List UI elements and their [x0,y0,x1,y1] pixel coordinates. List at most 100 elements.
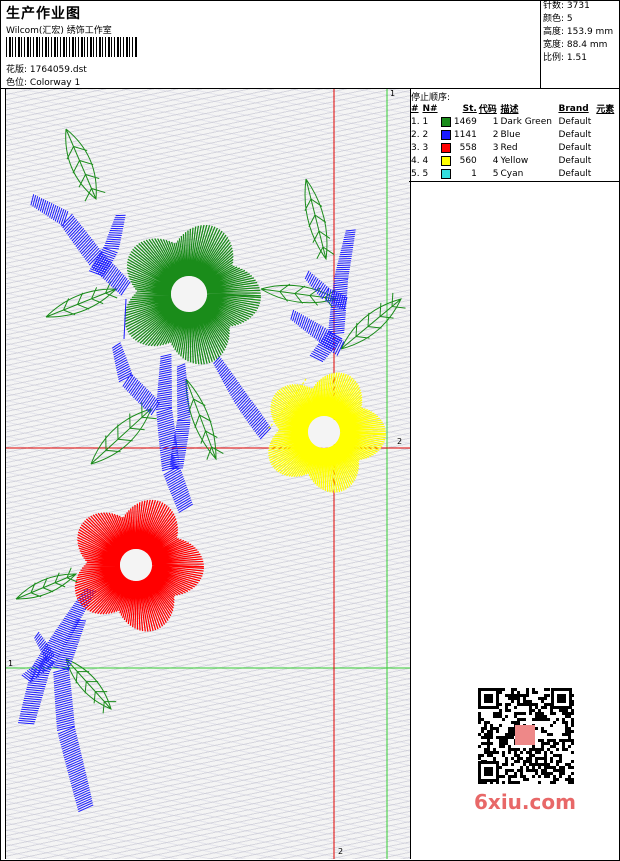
qr-module [535,760,538,763]
qr-module [514,697,517,700]
qr-module [490,730,493,733]
qr-module [493,712,496,715]
qr-module [562,748,565,751]
qr-module [508,736,511,739]
qr-module [526,757,529,760]
qr-module [544,730,547,733]
qr-module [505,694,508,697]
qr-module [508,748,511,751]
qr-module [556,763,559,766]
qr-module [550,724,553,727]
qr-module [571,760,574,763]
qr-module [526,691,529,694]
table-row: 2. 2 1141 2 Blue Default [410,128,617,141]
qr-module [511,757,514,760]
qr-module [490,751,493,754]
qr-module [535,763,538,766]
qr-module [484,727,487,730]
qr-module [502,736,505,739]
table-row: 3. 3 558 3 Red Default [410,141,617,154]
qr-module [547,739,550,742]
design-stats: 针数: 3731 颜色: 5 高度: 153.9 mm 宽度: 88.4 mm … [541,0,619,89]
qr-module [532,766,535,769]
stat-stitches: 针数: 3731 [543,1,590,11]
qr-module [541,700,544,703]
qr-module [571,718,574,721]
qr-finder-tl-core [484,694,493,703]
qr-module [508,733,511,736]
qr-module [508,697,511,700]
qr-module [517,697,520,700]
col-brand: Brand [558,103,589,114]
leaf-top-left [65,128,106,202]
qr-module [511,748,514,751]
qr-module [568,733,571,736]
qr-module [529,751,532,754]
qr-module [493,751,496,754]
qr-module [544,769,547,772]
qr-module [499,766,502,769]
guide-label-h2: 2 [397,437,403,446]
qr-module [538,712,541,715]
qr-module [544,772,547,775]
qr-module [538,718,541,721]
qr-module [529,769,532,772]
qr-module [478,754,481,757]
qr-module [535,769,538,772]
qr-module [538,739,541,742]
qr-module [514,751,517,754]
qr-module [544,718,547,721]
color-swatch [440,116,451,127]
qr-module [547,766,550,769]
qr-module [523,763,526,766]
qr-module [529,748,532,751]
qr-module [484,724,487,727]
qr-module [547,742,550,745]
qr-module [568,781,571,784]
qr-module [487,748,490,751]
row-code: 3 [492,142,499,153]
qr-module [532,718,535,721]
qr-module [544,766,547,769]
qr-module [508,751,511,754]
qr-module [484,751,487,754]
qr-module [493,748,496,751]
qr-module [523,775,526,778]
qr-module [565,730,568,733]
qr-module [490,727,493,730]
qr-module [511,781,514,784]
qr-module [559,772,562,775]
qr-module [538,757,541,760]
qr-module [526,766,529,769]
qr-module [535,751,538,754]
qr-module [535,703,538,706]
qr-module [547,694,550,697]
qr-module [553,775,556,778]
qr-module [535,757,538,760]
qr-module [514,748,517,751]
qr-module [562,766,565,769]
qr-module [571,781,574,784]
qr-module [553,721,556,724]
color-swatch [440,155,451,166]
design-label: 花版: [6,65,28,75]
qr-module [487,733,490,736]
qr-module [535,706,538,709]
qr-module [559,709,562,712]
qr-module [523,694,526,697]
qr-module [553,781,556,784]
stop-sequence-table: # N# St. 代码 描述 Brand 元素 1. 1 1469 1 Dark Gre… [410,102,617,180]
qr-module [562,772,565,775]
qr-module [526,688,529,691]
qr-module [484,733,487,736]
qr-module [517,703,520,706]
qr-module [505,709,508,712]
colorway-line: 色位: Colorway 1 [6,75,80,88]
qr-module [571,766,574,769]
qr-module [502,745,505,748]
color-swatch [440,142,451,153]
qr-module [541,715,544,718]
blue-stem [123,298,127,340]
qr-module [550,733,553,736]
qr-module [568,763,571,766]
